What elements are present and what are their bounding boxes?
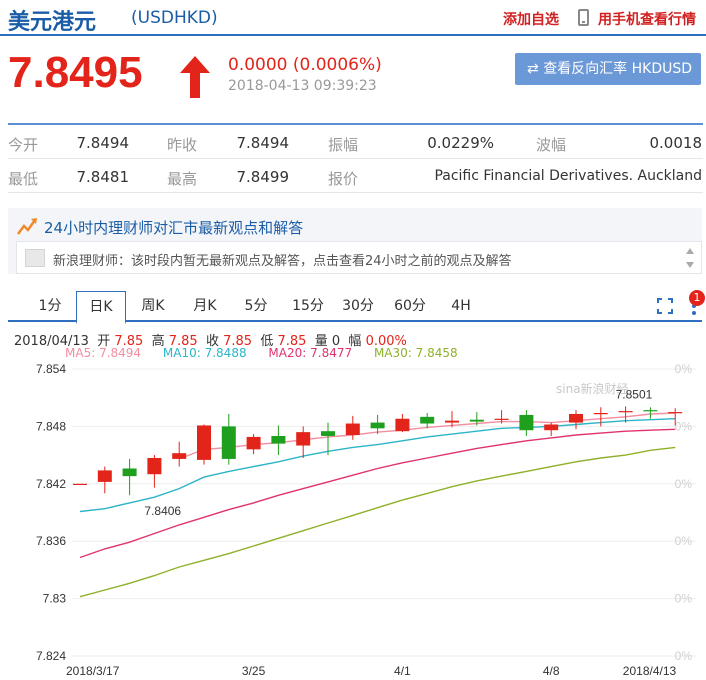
- trend-icon: [17, 218, 37, 235]
- tab-5min[interactable]: 5分: [238, 291, 274, 322]
- tab-weekly[interactable]: 周K: [132, 291, 174, 322]
- y-tick-label: 7.854: [36, 362, 66, 376]
- y-right-tick-label: 0%: [675, 477, 693, 491]
- candle-body: [420, 416, 435, 424]
- x-tick-label: 2018/4/13: [623, 664, 677, 678]
- tab-daily[interactable]: 日K: [76, 291, 126, 324]
- prev-close-label: 昨收: [167, 136, 198, 154]
- price-annotation: 7.8501: [616, 387, 653, 401]
- page-header: 美元港元 (USDHKD) 添加自选 用手机查看行情: [0, 0, 706, 36]
- x-tick-label: 3/25: [242, 664, 266, 678]
- candle-body: [345, 423, 360, 436]
- prev-close-value: 7.8494: [236, 134, 290, 152]
- x-tick-label: 2018/3/17: [66, 664, 120, 678]
- candle-body: [73, 483, 87, 485]
- advisor-title[interactable]: 24小时内理财师对汇市最新观点和解答: [44, 217, 303, 238]
- candle-body: [321, 431, 335, 436]
- avatar: [25, 249, 45, 267]
- y-right-tick-label: 0%: [675, 419, 693, 433]
- candle-body: [296, 432, 311, 446]
- y-right-tick-label: 0%: [675, 534, 693, 548]
- reverse-rate-button[interactable]: ⇄ 查看反向汇率 HKDUSD: [515, 53, 701, 85]
- tab-1min[interactable]: 1分: [30, 291, 70, 322]
- candle-body: [395, 418, 410, 432]
- stats-row: 今开 7.8494 昨收 7.8494 振幅 0.0229% 波幅 0.0018: [8, 125, 703, 159]
- candle-body: [147, 457, 162, 475]
- current-price: 7.8495: [8, 48, 143, 97]
- advisor-panel: 24小时内理财师对汇市最新观点和解答 新浪理财师：该时段内暂无最新观点及解答，点…: [8, 208, 702, 274]
- y-right-tick-label: 0%: [675, 362, 693, 376]
- add-watchlist-link[interactable]: 添加自选: [503, 9, 559, 29]
- candle-body: [469, 419, 484, 422]
- y-right-tick-label: 0%: [675, 649, 693, 663]
- candle-body: [618, 411, 633, 413]
- low-label: 最低: [8, 170, 39, 188]
- currency-code: (USDHKD): [131, 8, 218, 28]
- phone-icon: [578, 9, 589, 26]
- reverse-rate-label: 查看反向汇率 HKDUSD: [543, 61, 693, 77]
- candle-body: [519, 414, 534, 431]
- fullscreen-icon[interactable]: [657, 298, 673, 314]
- mobile-view-link[interactable]: 用手机查看行情: [598, 9, 696, 29]
- open-value: 7.8494: [76, 134, 130, 152]
- notification-badge: 1: [689, 290, 705, 306]
- candle-body: [668, 412, 683, 414]
- y-tick-label: 7.836: [36, 534, 66, 548]
- stats-row: 最低 7.8481 最高 7.8499 报价 Pacific Financial…: [8, 159, 703, 193]
- tab-60min[interactable]: 60分: [390, 291, 430, 322]
- candle-body: [122, 468, 137, 477]
- y-tick-label: 7.824: [36, 649, 66, 663]
- candle-body: [97, 470, 112, 482]
- page-title: 美元港元: [8, 10, 97, 35]
- scroll-arrows-icon[interactable]: [685, 246, 695, 270]
- volatility-label: 波幅: [536, 136, 567, 154]
- tab-30min[interactable]: 30分: [338, 291, 378, 322]
- kline-chart[interactable]: 7.854 0% 7.848 0% 7.842 0% 7.836 0% 7.83 0% 7.824 0…: [0, 355, 706, 680]
- candle-body: [494, 418, 509, 420]
- candle-body: [370, 422, 385, 429]
- advisor-message[interactable]: 新浪理财师：该时段内暂无最新观点及解答，点击查看24小时之前的观点及解答: [53, 250, 512, 269]
- price-change: 0.0000 (0.0006%): [228, 55, 382, 75]
- quoter-value: Pacific Financial Derivatives. Auckland: [434, 168, 702, 184]
- y-tick-label: 7.83: [43, 592, 67, 606]
- stats-table: 今开 7.8494 昨收 7.8494 振幅 0.0229% 波幅 0.0018…: [8, 123, 703, 193]
- candle-body: [221, 426, 236, 459]
- swap-icon: ⇄: [527, 61, 539, 77]
- arrow-up-icon: [180, 56, 210, 98]
- tab-monthly[interactable]: 月K: [184, 291, 226, 322]
- quoter-label: 报价: [328, 170, 359, 188]
- amplitude-value: 0.0229%: [427, 134, 494, 152]
- ma-line-ma20: [79, 428, 676, 559]
- candle-body: [271, 435, 286, 444]
- open-label: 今开: [8, 136, 39, 154]
- low-value: 7.8481: [76, 168, 130, 186]
- high-label: 最高: [167, 170, 198, 188]
- period-tabs: 1分 日K 周K 月K 5分 15分 30分 60分 4H: [8, 291, 702, 324]
- y-right-tick-label: 0%: [675, 592, 693, 606]
- price-annotation: 7.8406: [144, 504, 181, 518]
- candle-body: [246, 436, 261, 450]
- candle-body: [197, 425, 211, 460]
- candle-body: [593, 413, 608, 415]
- quote-timestamp: 2018-04-13 09:39:23: [228, 78, 377, 94]
- high-value: 7.8499: [236, 168, 290, 186]
- tab-15min[interactable]: 15分: [288, 291, 328, 322]
- y-tick-label: 7.848: [36, 419, 66, 433]
- tab-4h[interactable]: 4H: [443, 291, 479, 322]
- y-tick-label: 7.842: [36, 477, 66, 491]
- candle-body: [569, 413, 583, 423]
- candle-body: [643, 410, 658, 412]
- amplitude-label: 振幅: [328, 136, 359, 154]
- x-tick-label: 4/8: [543, 664, 560, 678]
- x-tick-label: 4/1: [394, 664, 411, 678]
- ma-line-ma30: [79, 446, 676, 598]
- candle-body: [172, 453, 187, 459]
- volatility-value: 0.0018: [649, 134, 703, 152]
- candle-body: [544, 424, 559, 431]
- advisor-message-box[interactable]: 新浪理财师：该时段内暂无最新观点及解答，点击查看24小时之前的观点及解答: [16, 241, 702, 274]
- candle-body: [445, 420, 459, 423]
